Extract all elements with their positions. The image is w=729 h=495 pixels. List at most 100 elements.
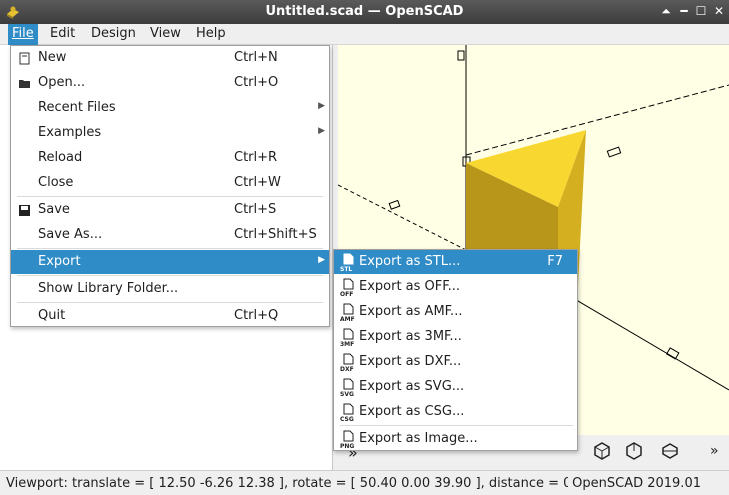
- svg-text:CSG: CSG: [340, 416, 354, 423]
- export-submenu: STL Export as STL... F7 OFF Export as OF…: [333, 249, 578, 451]
- menu-item-label: Export as AMF...: [359, 304, 463, 319]
- version-label: OpenSCAD 2019.01: [568, 476, 701, 491]
- menu-item-label: Export as 3MF...: [359, 329, 462, 344]
- svg-text:STL: STL: [340, 266, 352, 273]
- menu-item-export-amf[interactable]: AMF Export as AMF...: [334, 300, 577, 324]
- new-file-icon: [19, 52, 30, 65]
- window-titlebar: Untitled.scad — OpenSCAD ⏶ ━ ☐ ✕: [0, 0, 729, 24]
- menu-item-export-stl[interactable]: STL Export as STL... F7: [334, 250, 577, 274]
- menu-item-show-library-folder[interactable]: Show Library Folder...: [11, 277, 329, 301]
- y-tick-2: [665, 347, 680, 360]
- menu-item-label: Save: [38, 202, 70, 217]
- menu-file-label: File: [12, 26, 34, 41]
- y-axis-neg-line: [338, 184, 467, 251]
- minimize-button[interactable]: ━: [676, 3, 692, 20]
- menu-item-quit[interactable]: Quit Ctrl+Q: [11, 304, 329, 328]
- menu-item-label: Examples: [38, 125, 102, 140]
- status-bar: Viewport: translate = [ 12.50 -6.26 12.3…: [0, 470, 729, 495]
- 3mf-file-icon: 3MF: [340, 328, 354, 348]
- svg-text:OFF: OFF: [340, 291, 353, 298]
- x-axis-line: [465, 84, 729, 156]
- menu-item-export[interactable]: Export ▶: [11, 250, 329, 274]
- y-tick-1: [388, 199, 401, 210]
- menu-item-shortcut: Ctrl+Shift+S: [234, 227, 317, 242]
- view-front-icon[interactable]: [592, 441, 612, 461]
- menu-item-label: Close: [38, 175, 74, 190]
- toolbar-more-button[interactable]: »: [710, 443, 729, 463]
- menu-separator: [17, 248, 323, 249]
- keep-above-icon[interactable]: ⏶: [658, 3, 674, 20]
- menu-item-label: Show Library Folder...: [38, 281, 179, 296]
- off-file-icon: OFF: [340, 278, 354, 298]
- menu-item-label: New: [38, 50, 67, 65]
- view-side-icon[interactable]: [660, 441, 680, 461]
- menu-item-label: Export as SVG...: [359, 379, 465, 394]
- open-folder-icon: [19, 80, 30, 88]
- menu-item-label: Export: [38, 254, 81, 269]
- menu-separator: [17, 302, 323, 303]
- menu-view[interactable]: View: [146, 24, 185, 45]
- menu-bar: File Edit Design View Help: [0, 24, 729, 45]
- menu-item-close[interactable]: Close Ctrl+W: [11, 171, 329, 195]
- window-title: Untitled.scad — OpenSCAD: [265, 4, 464, 19]
- dxf-file-icon: DXF: [340, 353, 354, 373]
- menu-item-export-dxf[interactable]: DXF Export as DXF...: [334, 350, 577, 374]
- menu-item-label: Export as Image...: [359, 431, 478, 446]
- menu-item-label: Reload: [38, 150, 83, 165]
- menu-item-new[interactable]: New Ctrl+N: [11, 46, 329, 70]
- menu-item-shortcut: Ctrl+N: [234, 50, 278, 65]
- submenu-arrow-icon: ▶: [318, 101, 325, 111]
- menu-item-export-svg[interactable]: SVG Export as SVG...: [334, 375, 577, 399]
- view-back-icon[interactable]: [624, 441, 644, 461]
- menu-edit[interactable]: Edit: [46, 24, 79, 45]
- file-menu: New Ctrl+N Open... Ctrl+O Recent Files ▶…: [10, 45, 330, 327]
- csg-file-icon: CSG: [340, 403, 354, 423]
- menu-item-reload[interactable]: Reload Ctrl+R: [11, 146, 329, 170]
- menu-item-shortcut: Ctrl+R: [234, 150, 278, 165]
- close-button[interactable]: ✕: [711, 3, 727, 20]
- menu-help[interactable]: Help: [192, 24, 230, 45]
- menu-item-save-as[interactable]: Save As... Ctrl+Shift+S: [11, 223, 329, 247]
- menu-item-export-3mf[interactable]: 3MF Export as 3MF...: [334, 325, 577, 349]
- svg-text:DXF: DXF: [340, 366, 354, 373]
- menu-edit-label: Edit: [50, 26, 76, 41]
- svg-text:3MF: 3MF: [340, 341, 354, 348]
- menu-item-export-off[interactable]: OFF Export as OFF...: [334, 275, 577, 299]
- menu-item-shortcut: F7: [547, 254, 563, 269]
- svg-text:AMF: AMF: [340, 316, 355, 323]
- menu-item-label: Recent Files: [38, 100, 116, 115]
- menu-item-recent-files[interactable]: Recent Files ▶: [11, 96, 329, 120]
- menu-item-label: Export as OFF...: [359, 279, 461, 294]
- menu-file[interactable]: File: [8, 24, 38, 45]
- x-tick-1: [606, 146, 622, 158]
- menu-item-label: Export as DXF...: [359, 354, 462, 369]
- svg-file-icon: SVG: [340, 378, 354, 398]
- menu-item-label: Open...: [38, 75, 86, 90]
- menu-item-label: Quit: [38, 308, 66, 323]
- menu-item-examples[interactable]: Examples ▶: [11, 121, 329, 145]
- menu-item-label: Export as CSG...: [359, 404, 465, 419]
- menu-separator: [340, 425, 573, 426]
- menu-item-shortcut: Ctrl+S: [234, 202, 277, 217]
- svg-text:SVG: SVG: [340, 391, 354, 398]
- menu-item-export-image[interactable]: PNG Export as Image...: [334, 427, 577, 451]
- amf-file-icon: AMF: [340, 303, 355, 323]
- menu-item-shortcut: Ctrl+O: [234, 75, 279, 90]
- png-file-icon: PNG: [340, 430, 354, 450]
- menu-item-shortcut: Ctrl+Q: [234, 308, 279, 323]
- stl-file-icon: STL: [340, 253, 354, 273]
- viewport-status-text: Viewport: translate = [ 12.50 -6.26 12.3…: [6, 476, 572, 491]
- menu-item-open[interactable]: Open... Ctrl+O: [11, 71, 329, 95]
- menu-design[interactable]: Design: [87, 24, 140, 45]
- menu-item-save[interactable]: Save Ctrl+S: [11, 198, 329, 222]
- maximize-button[interactable]: ☐: [693, 3, 709, 20]
- menu-item-export-csg[interactable]: CSG Export as CSG...: [334, 400, 577, 424]
- menu-separator: [17, 196, 323, 197]
- menu-item-shortcut: Ctrl+W: [234, 175, 281, 190]
- menu-help-label: Help: [196, 26, 226, 41]
- menu-view-label: View: [150, 26, 181, 41]
- menu-design-label: Design: [91, 26, 136, 41]
- submenu-arrow-icon: ▶: [318, 126, 325, 136]
- menu-item-label: Save As...: [38, 227, 103, 242]
- menu-item-label: Export as STL...: [359, 254, 461, 269]
